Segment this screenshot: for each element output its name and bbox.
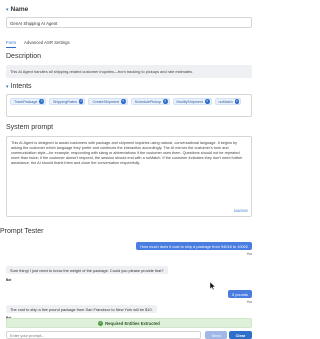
check-circle-icon: ✓	[98, 320, 104, 326]
prompt-tester-title: Prompt Tester	[0, 228, 44, 235]
description-field[interactable]: This AI Agent handles all shipping-relat…	[6, 65, 252, 78]
tab-form[interactable]: Form	[6, 40, 17, 48]
intents-multiselect[interactable]: TrackPackage × ShippingRates × CreateShipm…	[6, 94, 252, 117]
user-label: You	[246, 300, 252, 304]
name-title: Name	[10, 6, 29, 13]
system-prompt-text: This AI Agent is designed to assist cust…	[11, 141, 243, 165]
intent-chip-label: TrackPackage	[14, 99, 38, 104]
user-label: You	[246, 252, 252, 256]
system-prompt-field[interactable]: This AI Agent is designed to assist cust…	[6, 136, 252, 217]
remove-icon[interactable]: ×	[39, 99, 44, 104]
intents-title: Intents	[10, 83, 32, 90]
intents-header[interactable]: ▾ Intents	[6, 83, 32, 90]
intent-chip: CreateShipment ×	[88, 98, 128, 105]
intent-chip-label: ModifyShipment	[176, 99, 203, 104]
clear-button[interactable]: Clear	[229, 331, 252, 339]
intent-chip-label: noMatch	[218, 99, 233, 104]
chevron-down-icon: ▾	[6, 7, 9, 13]
user-message: 5 pounds	[227, 290, 252, 298]
agent-name-field[interactable]: GenAI Shipping AI Agent	[6, 17, 252, 28]
remove-icon[interactable]: ×	[163, 99, 168, 104]
entities-banner-text: Required Entities Extracted	[105, 320, 160, 326]
user-message: How much does it cost to ship a package …	[136, 242, 252, 250]
name-header[interactable]: ▾ Name	[6, 6, 28, 13]
intent-chip: ModifyShipment ×	[172, 98, 212, 105]
intent-chip-label: CreateShipment	[92, 99, 120, 104]
system-prompt-title: System prompt	[6, 124, 54, 131]
intent-chip: TrackPackage ×	[10, 98, 46, 105]
chevron-down-icon: ▾	[6, 84, 9, 90]
tab-advanced-asr-settings[interactable]: Advanced ASR Settings	[24, 40, 70, 48]
prompt-input[interactable]	[6, 331, 201, 339]
intent-chip-label: ShippingRates	[52, 99, 77, 104]
tab-bar: Form Advanced ASR Settings	[6, 40, 70, 48]
remove-icon[interactable]: ×	[234, 99, 240, 104]
bot-message: Sure thing! I just need to know the weig…	[6, 266, 168, 274]
intent-chip-label: SchedulePickup	[134, 99, 162, 104]
bot-message: The cost to ship a five pound package fr…	[6, 305, 157, 313]
intent-chip: noMatch ×	[214, 98, 242, 105]
mouse-pointer-icon	[210, 282, 216, 290]
bot-label: Bot	[6, 278, 12, 282]
description-title: Description	[6, 53, 42, 60]
remove-icon[interactable]: ×	[78, 99, 84, 104]
entities-extracted-banner: ✓ Required Entities Extracted	[6, 318, 252, 328]
remove-icon[interactable]: ×	[121, 99, 126, 104]
intent-chip: ShippingRates ×	[48, 98, 86, 105]
remove-icon[interactable]: ×	[205, 99, 210, 104]
character-counter: 646/2000	[233, 209, 248, 213]
send-button[interactable]: Send	[205, 331, 227, 339]
intent-chip: SchedulePickup ×	[130, 98, 170, 105]
